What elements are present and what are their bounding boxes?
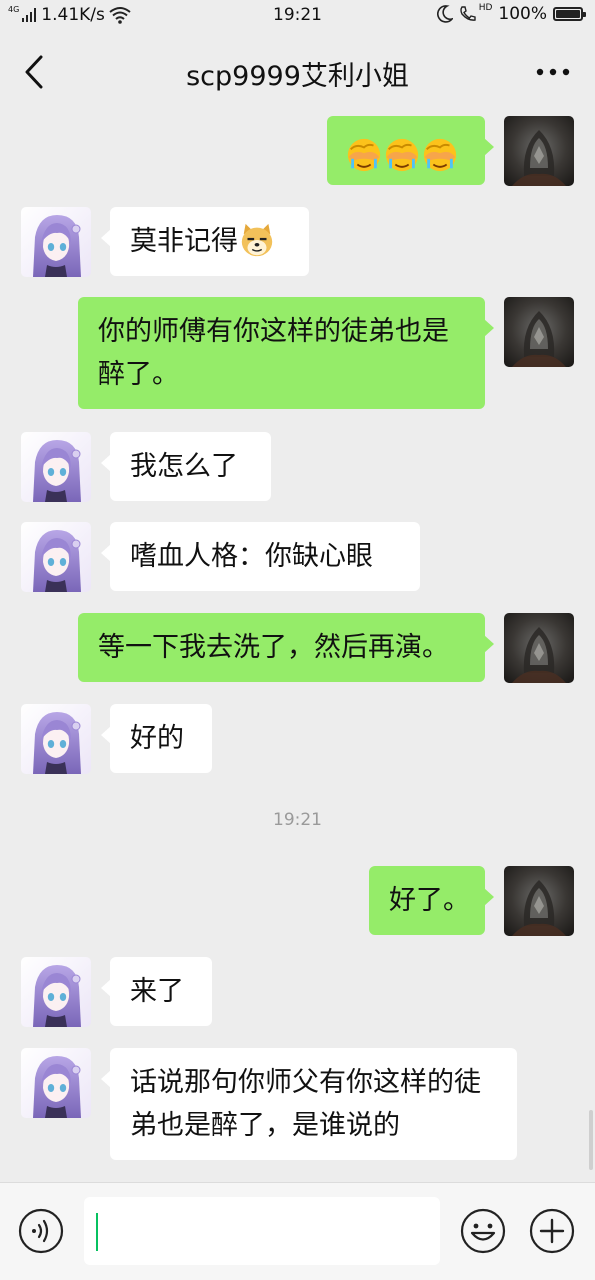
- chat-scrollbar[interactable]: [589, 1110, 593, 1170]
- chat-timestamp: 19:21: [273, 810, 322, 830]
- message-bubble-incoming[interactable]: 话说那句你师父有你这样的徒弟也是醉了，是谁说的: [101, 1048, 517, 1160]
- contact-avatar[interactable]: [21, 432, 91, 502]
- chat-header: scp9999艾利小姐: [0, 32, 595, 112]
- message-bubble-incoming[interactable]: 好的: [101, 704, 212, 773]
- emoji-button[interactable]: [460, 1208, 506, 1254]
- message-bubble-incoming[interactable]: 莫非记得: [101, 207, 309, 276]
- contact-avatar[interactable]: [21, 1048, 91, 1118]
- message-text: 等一下我去洗了，然后再演。: [98, 632, 449, 663]
- battery-percent: 100%: [498, 4, 547, 24]
- contact-avatar[interactable]: [21, 522, 91, 592]
- contact-avatar[interactable]: [21, 704, 91, 774]
- message-text: 好的: [130, 723, 184, 754]
- message-input[interactable]: [84, 1197, 440, 1265]
- more-icon: [536, 68, 570, 76]
- moon-icon: [436, 5, 453, 23]
- doge-dog-icon: [238, 221, 276, 259]
- message-text: 你的师傅有你这样的徒弟也是醉了。: [98, 316, 449, 390]
- message-bubble-outgoing[interactable]: 等一下我去洗了，然后再演。: [78, 613, 494, 682]
- status-right: HD 100%: [436, 3, 586, 24]
- voice-icon: [18, 1208, 64, 1254]
- input-bar: [0, 1182, 595, 1280]
- face-palm-crying-icon: [421, 136, 459, 174]
- message-text: 来了: [130, 976, 184, 1007]
- message-bubble-outgoing[interactable]: [327, 116, 494, 185]
- my-avatar[interactable]: [504, 866, 574, 936]
- contact-avatar[interactable]: [21, 207, 91, 277]
- message-bubble-incoming[interactable]: 嗜血人格：你缺心眼: [101, 522, 420, 591]
- message-text: 话说那句你师父有你这样的徒弟也是醉了，是谁说的: [130, 1067, 481, 1141]
- voice-button[interactable]: [18, 1208, 64, 1254]
- message-bubble-incoming[interactable]: 我怎么了: [101, 432, 271, 501]
- my-avatar[interactable]: [504, 297, 574, 367]
- plus-icon: [529, 1208, 575, 1254]
- hd-label: HD: [478, 3, 493, 13]
- face-palm-crying-icon: [345, 136, 383, 174]
- message-text: 我怎么了: [130, 451, 238, 482]
- more-button[interactable]: [531, 54, 575, 90]
- my-avatar[interactable]: [504, 116, 574, 186]
- message-text: 好了。: [389, 885, 470, 916]
- my-avatar[interactable]: [504, 613, 574, 683]
- contact-avatar[interactable]: [21, 957, 91, 1027]
- message-text: 莫非记得: [130, 226, 238, 257]
- status-bar: 4G 1.41K/s 19:21 HD 100%: [0, 0, 595, 32]
- more-functions-button[interactable]: [529, 1208, 575, 1254]
- message-bubble-outgoing[interactable]: 你的师傅有你这样的徒弟也是醉了。: [78, 297, 494, 409]
- battery-icon: [553, 7, 586, 21]
- message-bubble-incoming[interactable]: 来了: [101, 957, 212, 1026]
- message-bubble-outgoing[interactable]: 好了。: [369, 866, 494, 935]
- phone-hd-icon: [459, 6, 476, 21]
- chat-title: scp9999艾利小姐: [186, 61, 409, 92]
- text-cursor: [96, 1213, 98, 1251]
- message-text: 嗜血人格：你缺心眼: [130, 541, 373, 572]
- face-palm-crying-icon: [383, 136, 421, 174]
- smiley-icon: [460, 1208, 506, 1254]
